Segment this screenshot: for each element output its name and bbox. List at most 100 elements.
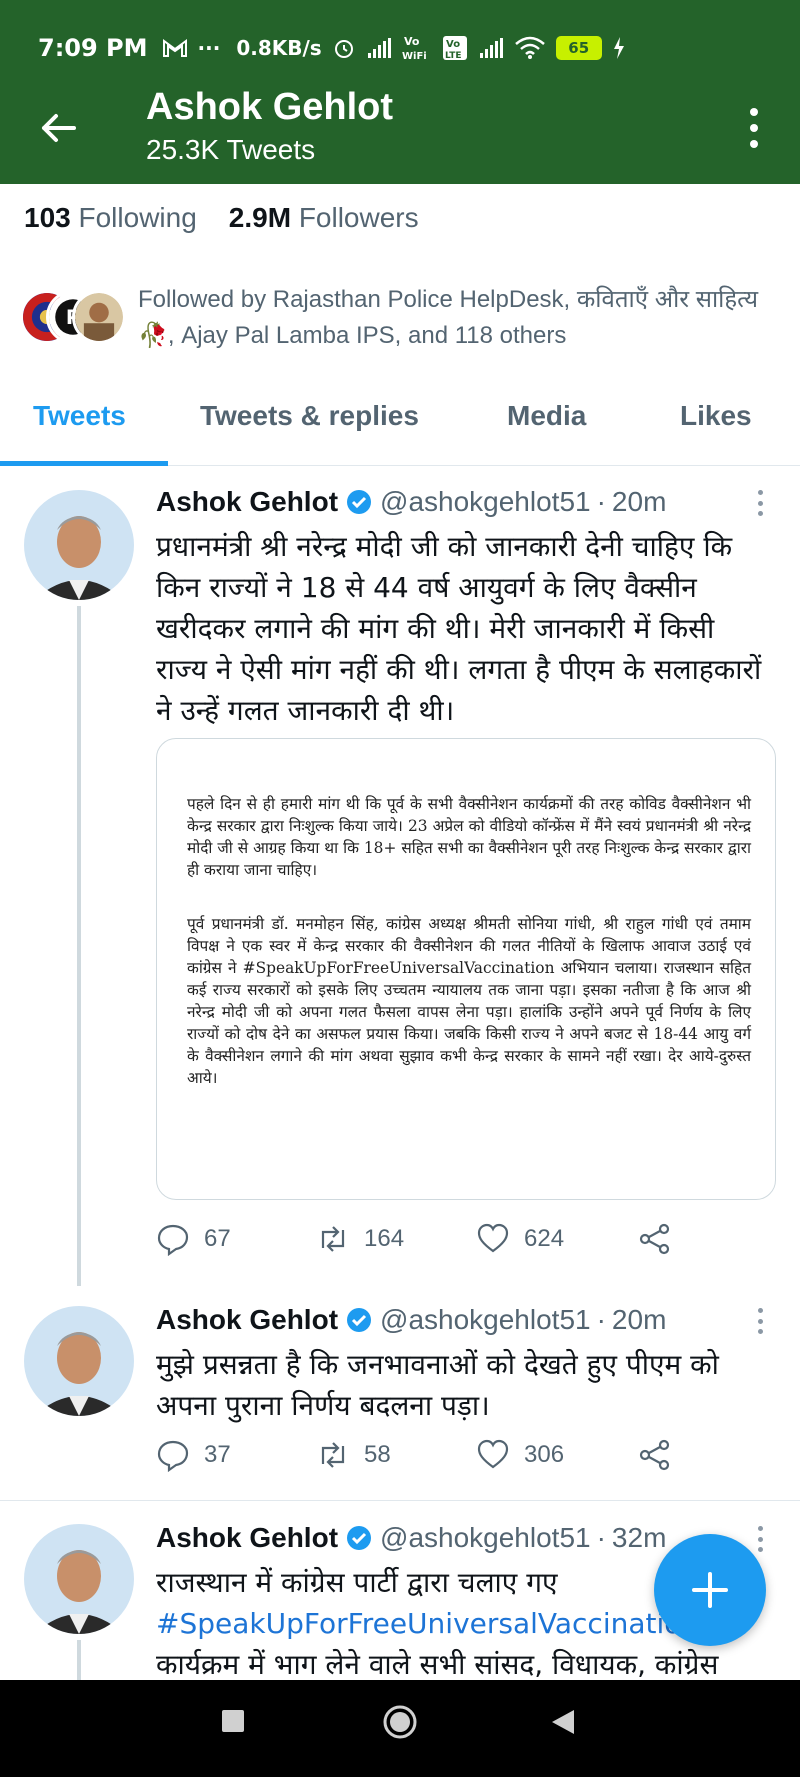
tweet-timestamp: 32m	[611, 1522, 667, 1553]
svg-text:Vo: Vo	[446, 39, 460, 50]
signal-icon	[479, 38, 503, 58]
profile-header: 7:09 PM ··· 0.8KB/s Vo WiFi Vo LTE 65 Asho…	[0, 0, 800, 184]
overflow-menu-icon[interactable]	[748, 108, 760, 148]
following-link[interactable]: 103 Following	[24, 202, 197, 234]
tweet[interactable]: Ashok Gehlot @ashokgehlot51 · 20m प्रधान…	[0, 466, 800, 1286]
tweet-divider	[0, 1500, 800, 1501]
battery-indicator: 65	[555, 36, 602, 60]
tweet-text-line: कार्यक्रम में भाग लेने वाले सभी सांसद, व…	[156, 1648, 719, 1680]
separator-dot: ·	[596, 486, 606, 517]
reply-count: 37	[204, 1441, 231, 1468]
heart-icon	[477, 1223, 509, 1253]
tweet-actions: 37 58 306	[156, 1438, 686, 1478]
network-speed: 0.8KB/s	[236, 36, 322, 60]
followed-by-text: Followed by Rajasthan Police HelpDesk, क…	[138, 286, 759, 349]
svg-text:Vo: Vo	[404, 35, 420, 48]
status-icons: ··· 0.8KB/s Vo WiFi Vo LTE 65	[162, 34, 626, 62]
author-handle[interactable]: @ashokgehlot51	[380, 486, 591, 518]
like-count: 624	[524, 1225, 565, 1252]
reply-icon	[157, 1440, 189, 1472]
author-handle[interactable]: @ashokgehlot51	[380, 1304, 591, 1336]
share-icon	[639, 1439, 670, 1471]
author-avatar[interactable]	[24, 490, 134, 600]
tweet-header: Ashok Gehlot @ashokgehlot51 · 32m	[156, 1522, 666, 1554]
author-name[interactable]: Ashok Gehlot	[156, 1304, 338, 1336]
thread-line	[77, 606, 81, 1286]
svg-text:LTE: LTE	[445, 51, 462, 61]
plus-icon	[692, 1572, 728, 1608]
alarm-icon	[334, 40, 353, 58]
back-arrow-icon[interactable]	[38, 108, 78, 148]
tweet-media-image[interactable]: पहले दिन से ही हमारी मांग थी कि पूर्व के…	[156, 738, 776, 1200]
tab-media[interactable]: Media	[507, 400, 586, 432]
author-avatar[interactable]	[24, 1524, 134, 1634]
share-button[interactable]	[638, 1222, 672, 1256]
wifi-icon	[514, 36, 545, 59]
home-icon[interactable]	[382, 1704, 418, 1740]
profile-tabs: Tweets Tweets & replies Media Likes	[0, 392, 800, 466]
followers-label: Followers	[298, 202, 419, 233]
tweet-header: Ashok Gehlot @ashokgehlot51 · 20m	[156, 486, 666, 518]
tweet-header: Ashok Gehlot @ashokgehlot51 · 20m	[156, 1304, 666, 1336]
verified-badge-icon	[347, 490, 372, 514]
tab-likes[interactable]: Likes	[680, 400, 752, 432]
tweet-options-icon[interactable]	[758, 1526, 764, 1552]
retweet-count: 164	[364, 1225, 405, 1252]
retweet-icon	[321, 1442, 345, 1468]
page-title: Ashok Gehlot	[146, 86, 394, 128]
reply-button[interactable]: 37	[156, 1438, 231, 1472]
retweet-button[interactable]: 164	[316, 1222, 404, 1256]
like-button[interactable]: 624	[476, 1222, 564, 1256]
tweet-count: 25.3K Tweets	[146, 134, 316, 165]
follow-counts: 103 Following 2.9M Followers	[24, 202, 419, 234]
thread-line	[77, 1640, 81, 1680]
heart-icon	[477, 1439, 509, 1469]
tab-tweets[interactable]: Tweets	[33, 400, 126, 432]
share-button[interactable]	[638, 1438, 672, 1472]
share-icon	[639, 1223, 670, 1255]
recent-apps-icon[interactable]	[220, 1708, 246, 1734]
tweet-actions: 67 164 624	[156, 1222, 686, 1262]
tweet-timestamp: 20m	[611, 486, 667, 517]
status-time: 7:09 PM	[38, 34, 148, 62]
back-icon[interactable]	[550, 1708, 576, 1736]
tweet-text: मुझे प्रसन्नता है कि जनभावनाओं को देखते …	[156, 1348, 719, 1422]
retweet-count: 58	[364, 1441, 391, 1468]
follower-avatar	[72, 290, 126, 344]
retweet-icon	[321, 1226, 345, 1252]
system-navigation-bar	[0, 1680, 800, 1777]
compose-tweet-button[interactable]	[654, 1534, 766, 1646]
gmail-icon	[162, 39, 187, 57]
reply-icon	[157, 1224, 189, 1256]
svg-text:WiFi: WiFi	[402, 51, 427, 62]
separator-dot: ·	[596, 1304, 606, 1335]
tweet-options-icon[interactable]	[758, 490, 764, 516]
tab-tweets-and-replies[interactable]: Tweets & replies	[200, 400, 419, 432]
verified-badge-icon	[347, 1308, 372, 1332]
reply-button[interactable]: 67	[156, 1222, 231, 1256]
signal-icon	[367, 38, 391, 58]
tweet-text: प्रधानमंत्री श्री नरेन्द्र मोदी जी को जा…	[156, 530, 762, 727]
followers-link[interactable]: 2.9M Followers	[229, 202, 419, 234]
following-label: Following	[78, 202, 197, 233]
separator-dot: ·	[596, 1522, 606, 1553]
following-count: 103	[24, 202, 71, 233]
author-name[interactable]: Ashok Gehlot	[156, 486, 338, 518]
vowifi-icon: Vo WiFi	[402, 35, 427, 62]
author-handle[interactable]: @ashokgehlot51	[380, 1522, 591, 1554]
status-bar: 7:09 PM ··· 0.8KB/s Vo WiFi Vo LTE 65	[38, 28, 770, 68]
tweet[interactable]: Ashok Gehlot @ashokgehlot51 · 20m मुझे प…	[0, 1286, 800, 1496]
charging-icon	[613, 37, 624, 59]
volte-icon: VoLTE	[442, 36, 467, 61]
followed-by-section[interactable]: P Followed by Rajasthan Police HelpDesk,…	[20, 282, 780, 352]
media-paragraph: पूर्व प्रधानमंत्री डॉ. मनमोहन सिंह, कांग…	[187, 915, 751, 1087]
like-button[interactable]: 306	[476, 1438, 564, 1472]
author-avatar[interactable]	[24, 1306, 134, 1416]
media-paragraph: पहले दिन से ही हमारी मांग थी कि पूर्व के…	[187, 795, 751, 879]
retweet-button[interactable]: 58	[316, 1438, 391, 1472]
tweet-options-icon[interactable]	[758, 1308, 764, 1334]
like-count: 306	[524, 1441, 565, 1468]
tweet-timestamp: 20m	[611, 1304, 667, 1335]
author-name[interactable]: Ashok Gehlot	[156, 1522, 338, 1554]
reply-count: 67	[204, 1225, 231, 1252]
